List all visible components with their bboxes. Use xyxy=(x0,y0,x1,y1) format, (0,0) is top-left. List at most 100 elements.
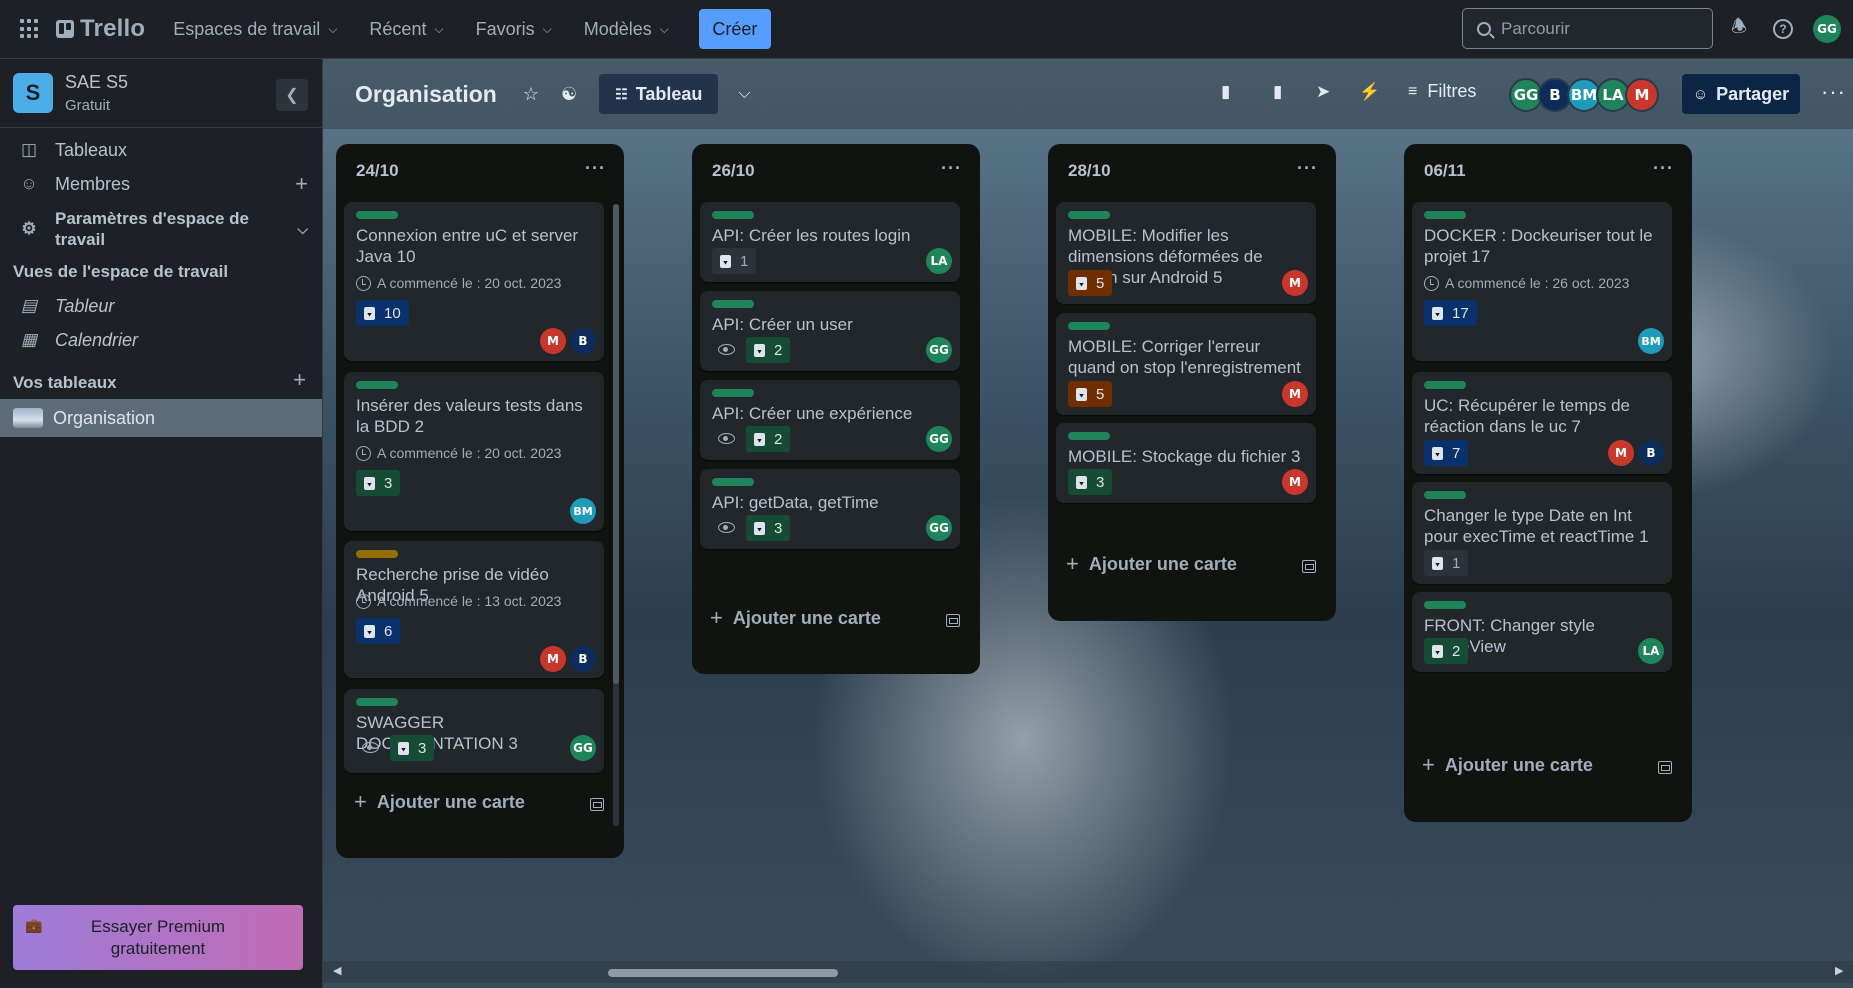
card[interactable]: Changer le type Date en Int pour execTim… xyxy=(1412,482,1672,584)
table-icon: ▤ xyxy=(20,296,38,315)
chevron-down-icon[interactable]: ⌵ xyxy=(738,85,750,103)
card[interactable]: UC: Récupérer le temps de réaction dans … xyxy=(1412,372,1672,474)
card-member-avatar[interactable]: B xyxy=(1638,440,1664,466)
card-member-avatar[interactable]: GG xyxy=(926,515,952,541)
card[interactable]: API: Créer les routes login 1 LA xyxy=(700,202,960,282)
list-28-10: 28/10 ··· MOBILE: Modifier les dimension… xyxy=(1048,144,1336,621)
add-member-icon[interactable]: + xyxy=(295,171,308,197)
card[interactable]: API: getData, getTime 3 GG xyxy=(700,469,960,549)
add-card-button[interactable]: + Ajouter une carte xyxy=(1066,551,1237,577)
card[interactable]: MOBILE: Stockage du fichier 3 3 M xyxy=(1056,423,1316,503)
scrollbar-thumb[interactable] xyxy=(608,969,838,977)
card-template-icon[interactable] xyxy=(946,614,960,627)
nav-templates-menu[interactable]: Modèles ⌵ xyxy=(570,9,683,49)
card-member-avatar[interactable]: LA xyxy=(1638,638,1664,664)
collapse-sidebar-button[interactable]: ❮ xyxy=(276,79,308,111)
sidebar-item-calendar[interactable]: ▦ Calendrier xyxy=(0,320,322,360)
card-member-avatar[interactable]: M xyxy=(1608,440,1634,466)
card-member-avatar[interactable]: GG xyxy=(570,735,596,761)
card-member-avatar[interactable]: B xyxy=(570,646,596,672)
card-template-icon[interactable] xyxy=(1658,761,1672,774)
add-card-button[interactable]: + Ajouter une carte xyxy=(710,605,881,631)
card-member-avatar[interactable]: B xyxy=(570,328,596,354)
list-title[interactable]: 06/11 xyxy=(1424,161,1466,181)
nav-recent-menu[interactable]: Récent ⌵ xyxy=(355,9,457,49)
card-member-avatar[interactable]: M xyxy=(1282,469,1308,495)
card[interactable]: API: Créer un user 2 GG xyxy=(700,291,960,371)
scroll-left-arrow-icon[interactable]: ◀ xyxy=(333,964,341,977)
sidebar-item-settings[interactable]: ⚙ Paramètres d'espace de travail ⌵ xyxy=(0,197,322,261)
board-header: Organisation ☆ ☯ ☷ Tableau ⌵ ▮ ▮ ➤ ⚡ ≡ F… xyxy=(323,59,1853,129)
card-member-avatar[interactable]: M xyxy=(540,328,566,354)
card[interactable]: MOBILE: Corriger l'erreur quand on stop … xyxy=(1056,313,1316,415)
card-member-avatar[interactable]: GG xyxy=(926,337,952,363)
card-power-up-icon[interactable]: ▮ xyxy=(1273,82,1282,102)
workspace-name[interactable]: SAE S5 xyxy=(65,72,128,93)
filters-button[interactable]: ≡ Filtres xyxy=(1408,81,1476,102)
card-power-up-icon[interactable]: ▮ xyxy=(1221,82,1230,102)
list-title[interactable]: 24/10 xyxy=(356,161,399,181)
chevron-down-icon[interactable]: ⌵ xyxy=(297,221,308,238)
card-label-green xyxy=(1424,381,1466,389)
card[interactable]: SWAGGER DOCUMENTATION 3 3 GG xyxy=(344,689,604,773)
try-premium-button[interactable]: 💼 Essayer Premium gratuitement xyxy=(13,905,303,970)
list-menu-icon[interactable]: ··· xyxy=(1653,158,1674,179)
list-menu-icon[interactable]: ··· xyxy=(1297,158,1318,179)
user-avatar[interactable]: GG xyxy=(1813,15,1841,43)
list-title[interactable]: 26/10 xyxy=(712,161,755,181)
automation-icon[interactable]: ⚡ xyxy=(1359,82,1380,102)
workspace-logo[interactable]: S xyxy=(13,73,53,113)
clock-icon xyxy=(356,593,371,609)
board-view-button[interactable]: ☷ Tableau xyxy=(599,74,719,114)
trello-logo[interactable]: Trello xyxy=(56,15,145,43)
card[interactable]: FRONT: Changer style HomeView 2 LA xyxy=(1412,592,1672,672)
trello-card-icon xyxy=(398,741,409,755)
trello-card-badge: 17 xyxy=(1424,300,1477,326)
trello-card-icon xyxy=(1432,556,1443,570)
board-menu-icon[interactable]: ··· xyxy=(1821,79,1846,105)
card-member-avatar[interactable]: M xyxy=(1282,381,1308,407)
trello-card-badge: 3 xyxy=(746,515,791,541)
card[interactable]: DOCKER : Dockeuriser tout le projet 17 A… xyxy=(1412,202,1672,361)
list-scrollbar-thumb[interactable] xyxy=(613,204,619,684)
member-avatar[interactable]: M xyxy=(1625,78,1659,112)
scroll-right-arrow-icon[interactable]: ▶ xyxy=(1835,964,1843,977)
board-horizontal-scrollbar[interactable]: ◀ ▶ xyxy=(323,961,1853,983)
card-member-avatar[interactable]: M xyxy=(1282,270,1308,296)
rocket-icon[interactable]: ➤ xyxy=(1316,82,1330,102)
star-icon[interactable]: ☆ xyxy=(523,84,539,105)
card[interactable]: Insérer des valeurs tests dans la BDD 2 … xyxy=(344,372,604,531)
card-member-avatar[interactable]: LA xyxy=(926,248,952,274)
list-menu-icon[interactable]: ··· xyxy=(585,158,606,179)
workspace-header: S SAE S5 Gratuit ❮ xyxy=(0,59,322,128)
card-member-avatar[interactable]: BM xyxy=(570,498,596,524)
card[interactable]: MOBILE: Modifier les dimensions déformée… xyxy=(1056,202,1316,304)
board-title[interactable]: Organisation xyxy=(355,81,497,108)
add-card-label: Ajouter une carte xyxy=(732,607,881,628)
nav-favorites-menu[interactable]: Favoris ⌵ xyxy=(462,9,566,49)
notifications-icon[interactable]: 🕭 xyxy=(1726,16,1752,42)
card-member-avatar[interactable]: BM xyxy=(1638,328,1664,354)
list-menu-icon[interactable]: ··· xyxy=(941,158,962,179)
add-board-icon[interactable]: + xyxy=(293,367,306,393)
help-icon[interactable]: ? xyxy=(1770,16,1796,42)
card-template-icon[interactable] xyxy=(1302,560,1316,573)
card[interactable]: Connexion entre uC et server Java 10 A c… xyxy=(344,202,604,361)
visibility-icon[interactable]: ☯ xyxy=(561,84,577,105)
card-member-avatar[interactable]: GG xyxy=(926,426,952,452)
card-template-icon[interactable] xyxy=(590,798,604,811)
nav-workspaces-menu[interactable]: Espaces de travail ⌵ xyxy=(159,9,351,49)
search-input[interactable]: Parcourir xyxy=(1462,8,1713,49)
list-title[interactable]: 28/10 xyxy=(1068,161,1111,181)
card-member-avatar[interactable]: M xyxy=(540,646,566,672)
add-card-button[interactable]: + Ajouter une carte xyxy=(354,789,525,815)
trello-card-badge: 5 xyxy=(1068,270,1113,296)
add-card-label: Ajouter une carte xyxy=(1444,754,1593,775)
share-button[interactable]: ☺ Partager xyxy=(1682,74,1800,114)
add-card-button[interactable]: + Ajouter une carte xyxy=(1422,752,1593,778)
app-switcher-icon[interactable] xyxy=(20,19,40,39)
sidebar-board-organisation[interactable]: Organisation xyxy=(0,399,322,437)
card[interactable]: Recherche prise de vidéo Android 5 A com… xyxy=(344,541,604,678)
create-button[interactable]: Créer xyxy=(698,9,771,49)
card[interactable]: API: Créer une expérience 2 GG xyxy=(700,380,960,460)
